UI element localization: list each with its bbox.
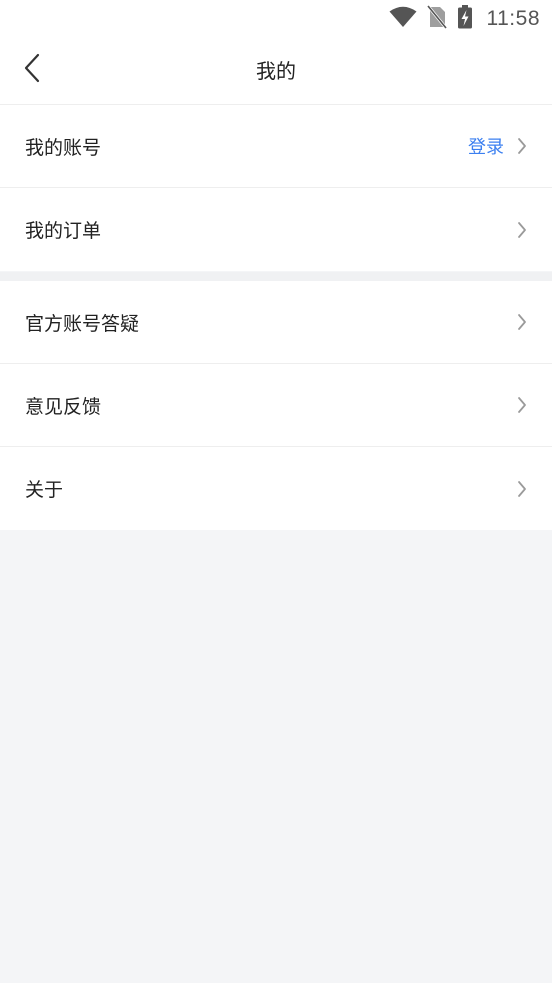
battery-charging-icon (457, 5, 473, 33)
menu-item-my-orders[interactable]: 我的订单 (0, 188, 552, 271)
chevron-right-icon (516, 480, 528, 498)
wifi-icon (389, 6, 417, 32)
chevron-right-icon (516, 137, 528, 155)
status-icons: 11:58 (389, 5, 541, 33)
menu-item-label: 我的订单 (25, 220, 102, 242)
chevron-right-icon (516, 313, 528, 331)
menu-item-label: 我的账号 (25, 136, 102, 159)
page-title: 我的 (256, 59, 296, 83)
menu-group-support: 官方账号答疑 意见反馈 关于 (0, 281, 552, 530)
status-time: 11:58 (486, 7, 540, 30)
menu-item-label: 官方账号答疑 (25, 312, 140, 335)
menu-item-official-account-faq[interactable]: 官方账号答疑 (0, 281, 552, 364)
no-sim-icon (426, 5, 447, 33)
menu-group-account: 我的账号 登录 我的订单 (0, 105, 552, 271)
menu-item-label: 意见反馈 (25, 395, 102, 418)
header: 我的 (0, 38, 552, 105)
menu-item-feedback[interactable]: 意见反馈 (0, 364, 552, 447)
menu-item-about[interactable]: 关于 (0, 447, 552, 530)
section-divider (0, 272, 552, 281)
status-bar: 11:58 (0, 0, 552, 38)
menu-item-my-account[interactable]: 我的账号 登录 (0, 105, 552, 188)
menu-item-label: 关于 (25, 479, 64, 501)
chevron-right-icon (516, 396, 528, 414)
chevron-right-icon (516, 221, 528, 239)
login-link[interactable]: 登录 (468, 133, 504, 159)
